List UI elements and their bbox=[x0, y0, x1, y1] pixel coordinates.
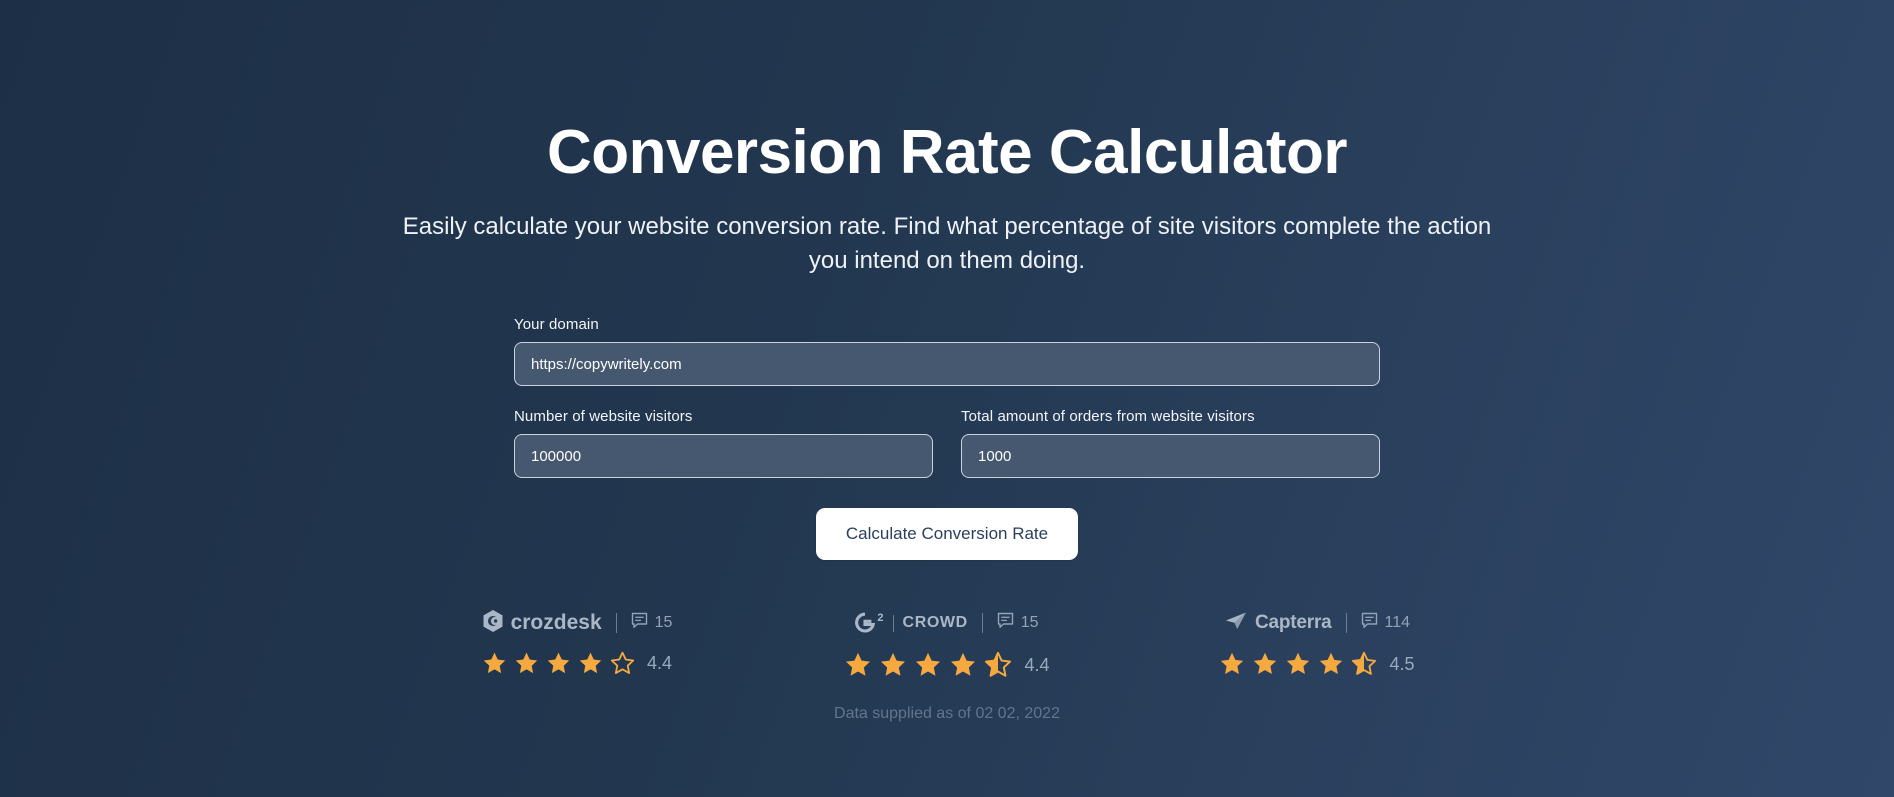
domain-input[interactable] bbox=[514, 342, 1380, 387]
visitors-field-label: Number of website visitors bbox=[514, 408, 693, 426]
badge-header: 2 CROWD 15 bbox=[855, 610, 1039, 636]
crozdesk-hexagon-logo-icon bbox=[482, 609, 504, 638]
page-title: Conversion Rate Calculator bbox=[546, 118, 1348, 187]
orders-input[interactable] bbox=[961, 434, 1380, 479]
orders-field-group: Total amount of orders from website visi… bbox=[961, 408, 1380, 479]
page-subtitle: Easily calculate your website conversion… bbox=[402, 213, 1492, 275]
g2crowd-rating-value: 4.4 bbox=[1024, 654, 1050, 675]
star-full-icon bbox=[951, 653, 976, 676]
g2crowd-review-count: 15 bbox=[1020, 614, 1039, 632]
domain-field-label: Your domain bbox=[514, 316, 599, 334]
data-supplied-note: Data supplied as of 02 02, 2022 bbox=[834, 705, 1060, 723]
capterra-stars bbox=[1219, 651, 1377, 677]
crozdesk-rating-value: 4.4 bbox=[646, 653, 673, 674]
crozdesk-brand: crozdesk bbox=[482, 609, 602, 638]
crozdesk-stars bbox=[482, 651, 635, 676]
star-full-icon bbox=[1287, 652, 1310, 675]
capterra-brand-name: Capterra bbox=[1254, 612, 1332, 634]
review-badge-crozdesk: crozdesk 15 4.4 bbox=[457, 609, 697, 676]
g2-crowd-logo-icon: 2 bbox=[855, 612, 884, 634]
review-badges: crozdesk 15 4.4 2 CROWD 15 4.4 Capterra … bbox=[457, 609, 1437, 679]
star-empty-icon bbox=[610, 651, 635, 675]
visitors-field-group: Number of website visitors bbox=[514, 408, 933, 479]
domain-field-group: Your domain bbox=[514, 316, 1380, 387]
capterra-review-count: 114 bbox=[1384, 614, 1411, 632]
crozdesk-review-count: 15 bbox=[654, 614, 673, 632]
conversion-rate-calculator-page: Conversion Rate Calculator Easily calcul… bbox=[0, 0, 1894, 797]
g2-superscript: 2 bbox=[877, 612, 884, 625]
capterra-brand: Capterra bbox=[1224, 611, 1332, 636]
calculator-form: Your domain Number of website visitors T… bbox=[514, 316, 1380, 561]
star-full-icon bbox=[1320, 652, 1343, 675]
badge-divider bbox=[615, 613, 617, 634]
crozdesk-reviews[interactable]: 15 bbox=[631, 612, 673, 634]
star-full-icon bbox=[846, 653, 871, 676]
crozdesk-rating-row: 4.4 bbox=[482, 651, 672, 676]
speech-bubble-icon bbox=[997, 612, 1014, 634]
review-badge-g2crowd: 2 CROWD 15 4.4 bbox=[827, 610, 1067, 679]
g2crowd-brand: 2 CROWD bbox=[855, 612, 967, 634]
review-badge-capterra: Capterra 114 4.5 bbox=[1197, 610, 1437, 677]
capterra-rating-row: 4.5 bbox=[1219, 651, 1415, 677]
orders-field-label: Total amount of orders from website visi… bbox=[961, 408, 1255, 426]
star-full-icon bbox=[547, 652, 570, 674]
capterra-rating-value: 4.5 bbox=[1389, 653, 1415, 674]
calculate-conversion-rate-button[interactable]: Calculate Conversion Rate bbox=[815, 508, 1079, 561]
g2crowd-rating-row: 4.4 bbox=[844, 651, 1050, 679]
star-full-icon bbox=[881, 653, 906, 676]
star-full-icon bbox=[515, 652, 538, 674]
star-full-icon bbox=[1221, 652, 1244, 675]
metrics-row: Number of website visitors Total amount … bbox=[514, 408, 1380, 479]
speech-bubble-icon bbox=[631, 612, 648, 634]
star-half-icon bbox=[1352, 651, 1377, 676]
visitors-input[interactable] bbox=[514, 434, 933, 479]
badge-header: crozdesk 15 bbox=[482, 609, 673, 638]
badge-header: Capterra 114 bbox=[1224, 610, 1410, 636]
g2crowd-reviews[interactable]: 15 bbox=[997, 612, 1039, 634]
star-half-icon bbox=[985, 652, 1012, 677]
star-full-icon bbox=[1254, 652, 1277, 675]
submit-row: Calculate Conversion Rate bbox=[514, 508, 1380, 561]
badge-divider bbox=[981, 613, 983, 634]
crozdesk-brand-name: crozdesk bbox=[510, 611, 602, 635]
g2crowd-stars bbox=[844, 651, 1012, 679]
badge-divider bbox=[1345, 613, 1347, 634]
capterra-arrow-logo-icon bbox=[1224, 611, 1248, 636]
g2crowd-brand-name: CROWD bbox=[902, 614, 968, 632]
star-full-icon bbox=[579, 652, 602, 674]
speech-bubble-icon bbox=[1361, 612, 1378, 634]
star-full-icon bbox=[483, 652, 506, 674]
star-full-icon bbox=[916, 653, 941, 676]
capterra-reviews[interactable]: 114 bbox=[1361, 612, 1411, 634]
g2-inner-divider bbox=[892, 614, 894, 632]
